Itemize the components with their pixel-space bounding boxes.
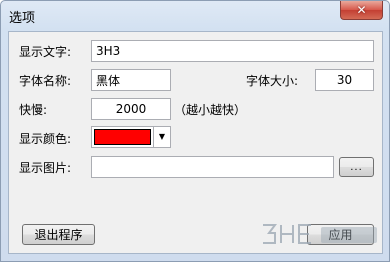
exit-button[interactable]: 退出程序 <box>22 224 95 245</box>
image-path-input[interactable] <box>91 156 334 178</box>
display-image-label: 显示图片: <box>19 161 72 175</box>
display-text-input[interactable] <box>91 40 374 62</box>
font-name-label: 字体名称: <box>19 74 72 88</box>
dropdown-arrow-icon[interactable]: ▼ <box>153 127 170 147</box>
font-size-label: 字体大小: <box>246 74 299 88</box>
window-title: 选项 <box>9 11 36 26</box>
browse-button[interactable]: ... <box>339 157 374 177</box>
watermark-logo <box>263 224 377 244</box>
font-name-input[interactable] <box>91 69 171 91</box>
close-icon: ✕ <box>356 3 367 17</box>
speed-label: 快慢: <box>19 103 48 117</box>
close-button[interactable]: ✕ <box>340 1 383 20</box>
color-swatch <box>94 129 151 145</box>
display-text-label: 显示文字: <box>19 45 72 59</box>
speed-input[interactable] <box>91 98 171 120</box>
title-bar[interactable]: 选项 ✕ <box>1 1 389 31</box>
font-size-input[interactable] <box>315 69 374 91</box>
color-picker-combo[interactable]: ▼ <box>91 126 171 148</box>
speed-hint: （越小越快） <box>174 103 247 117</box>
display-color-label: 显示颜色: <box>19 132 72 146</box>
options-dialog: 选项 ✕ 显示文字: 字体名称: 字体大小: 快慢: （越小越快） 显示颜色: … <box>0 0 390 262</box>
